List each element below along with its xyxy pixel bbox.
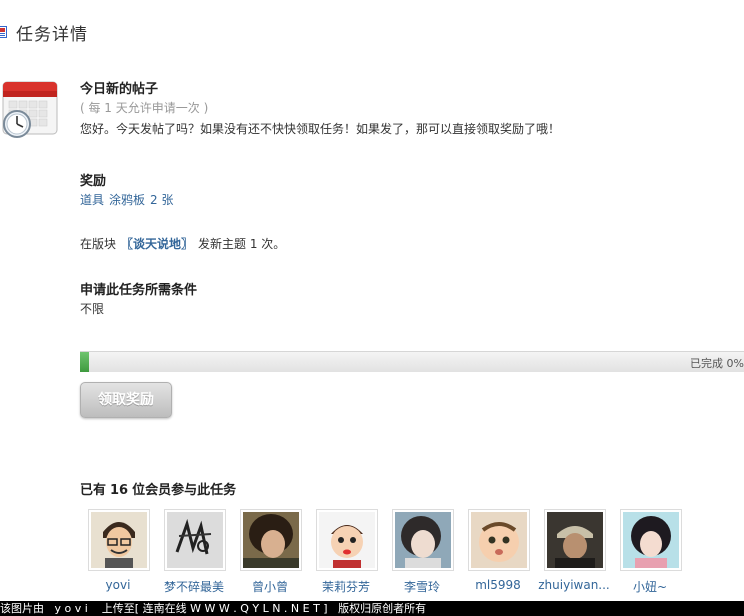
condition-suffix: 发新主题 1 次。 — [198, 237, 286, 251]
condition-prefix: 在版块 — [80, 237, 117, 251]
credit-uploader: y o v i — [54, 602, 88, 615]
forum-link[interactable]: 〖谈天说地〗 — [121, 237, 193, 251]
member-name[interactable]: yovi — [80, 578, 156, 592]
members-prefix: 已有 — [80, 483, 107, 498]
member-item[interactable]: zhuiyiwan... — [538, 509, 620, 592]
credit-text-3: 版权归原创者所有 — [338, 602, 427, 615]
avatar[interactable] — [544, 509, 606, 571]
avatar[interactable] — [240, 509, 302, 571]
member-item[interactable]: ml5998 — [468, 509, 544, 592]
member-item[interactable]: 曾小曾 — [240, 509, 316, 594]
progress-label: 已完成 0% — [690, 357, 744, 370]
member-name[interactable]: zhuiyiwan... — [536, 578, 612, 592]
avatar[interactable] — [620, 509, 682, 571]
avatar[interactable] — [392, 509, 454, 571]
task-name: 今日新的帖子 — [80, 82, 159, 97]
reward-quantity: 2 张 — [150, 193, 174, 207]
member-item[interactable]: 李雪玲 — [392, 509, 468, 594]
progress-bar: 已完成 0% — [80, 351, 744, 372]
member-name[interactable]: 茉莉芬芳 — [308, 578, 384, 595]
requirements-heading: 申请此任务所需条件 — [80, 283, 198, 298]
members-heading: 已有 16 位会员参与此任务 — [80, 479, 236, 498]
member-name[interactable]: 李雪玲 — [384, 578, 460, 595]
page-header: 任务详情 — [0, 18, 88, 46]
reward-item-link[interactable]: 涂鸦板 — [109, 193, 145, 207]
task-description: 您好。今天发帖了吗？如果没有还不快快领取任务！如果发了，那可以直接领取奖励了哦！ — [80, 122, 561, 136]
member-item[interactable]: 梦不碎最美 — [164, 509, 240, 594]
members-suffix: 位会员参与此任务 — [132, 483, 237, 498]
progress-fill — [80, 352, 89, 372]
avatar[interactable] — [88, 509, 150, 571]
task-frequency: ( 每 1 天允许申请一次 ) — [80, 101, 209, 115]
calendar-clock-icon — [0, 78, 60, 138]
reward-type: 道具 — [80, 193, 105, 207]
member-name[interactable]: 曾小曾 — [232, 578, 308, 595]
member-item[interactable]: 小妞~ — [620, 509, 696, 594]
member-name[interactable]: 小妞~ — [612, 578, 688, 595]
avatar[interactable] — [468, 509, 530, 571]
member-item[interactable]: yovi — [88, 509, 164, 592]
claim-reward-button[interactable]: 领取奖励 — [80, 382, 172, 418]
reward-value: 道具 涂鸦板 2 张 — [80, 191, 178, 208]
reward-heading: 奖励 — [80, 174, 107, 189]
member-item[interactable]: 茉莉芬芳 — [316, 509, 392, 594]
page-title: 任务详情 — [16, 24, 88, 45]
members-count: 16 — [110, 483, 129, 498]
upload-credit-bar: 该图片由 y o v i 上传至[ 连南在线 W W W . Q Y L N .… — [0, 601, 744, 616]
requirements-value: 不限 — [80, 302, 105, 316]
credit-text-2: 上传至 — [101, 602, 135, 615]
credit-site: [ 连南在线 W W W . Q Y L N . N E T ] — [134, 602, 328, 615]
credit-text-1: 该图片由 — [0, 602, 44, 615]
member-name[interactable]: ml5998 — [460, 578, 536, 592]
avatar[interactable] — [164, 509, 226, 571]
avatar[interactable] — [316, 509, 378, 571]
member-name[interactable]: 梦不碎最美 — [156, 578, 232, 595]
page-icon — [0, 26, 7, 38]
task-condition: 在版块 〖谈天说地〗 发新主题 1 次。 — [80, 235, 285, 252]
